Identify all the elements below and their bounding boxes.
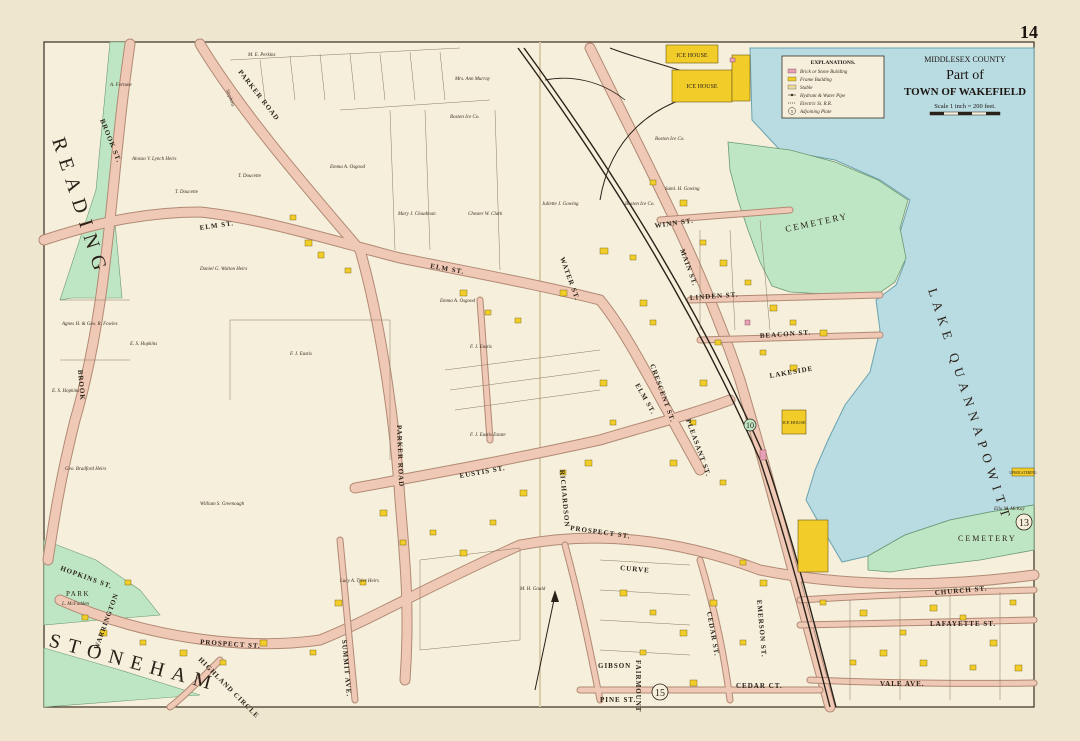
legend: EXPLANATIONS. Brick or Stone Building Fr… xyxy=(781,55,885,119)
owner-eustis-2: F. J. Eustis xyxy=(469,345,492,350)
owner-hopkins-1: E. S. Hopkins xyxy=(129,342,157,347)
page-number: 14 xyxy=(1020,22,1038,42)
tan-rect-icon xyxy=(787,84,797,90)
owner-boston-ice-3: Boston Ice Co. xyxy=(625,202,655,207)
owner-boston-ice-2: Boston Ice Co. xyxy=(655,137,685,142)
owner-boston-ice-1: Boston Ice Co. xyxy=(450,115,480,120)
legend-electric-label: Electric St. R.R. xyxy=(799,102,832,107)
ice-house-1-label: ICE HOUSE xyxy=(676,53,708,59)
street-gibson: GIBSON xyxy=(598,662,631,670)
owner-perkins: M. E. Perkins xyxy=(247,53,276,58)
street-vale: VALE AVE. xyxy=(880,680,925,688)
owner-gould: M. H. Gould xyxy=(519,587,546,592)
legend-brick-label: Brick or Stone Building xyxy=(800,70,848,75)
owner-osgood-1: Emma A. Osgood xyxy=(329,165,366,170)
scale-bar xyxy=(929,111,1001,116)
legend-stable-label: Stable xyxy=(800,86,813,91)
owner-a-fortune: A. Fortune xyxy=(109,83,132,88)
owner-fowles: Agnes H. & Geo. R. Fowles xyxy=(61,322,118,327)
railroad-shed xyxy=(797,519,829,573)
owner-gowing-2: Saml. H. Gowing xyxy=(665,187,700,192)
cemetery-south-label: CEMETERY xyxy=(958,534,1017,543)
owner-murray: Mrs. Ann Murray xyxy=(454,77,491,82)
plate-13-label: 13 xyxy=(1019,518,1029,529)
upholstering-label: UPHOLSTERING xyxy=(1009,471,1037,475)
owner-gowing-1: Juliette J. Gowing xyxy=(542,202,579,207)
street-cedar-2: CEDAR CT. xyxy=(736,682,783,690)
owner-lynch: Alonzo V. Lynch Heirs xyxy=(131,157,177,162)
owner-osgood-2: Emma A. Osgood xyxy=(439,299,476,304)
street-lafayette: LAFAYETTE ST. xyxy=(930,620,996,628)
owner-mcfadden: L. McFadden xyxy=(61,602,89,607)
street-fairmount: FAIRMOUNT xyxy=(634,660,642,712)
legend-adjoining-label: Adjoining Plate xyxy=(799,110,832,115)
ice-house-3-label: ICE HOUSE xyxy=(782,420,806,425)
atlas-map: ICE HOUSE ICE HOUSE ICE HOUSE UPHOLSTERI… xyxy=(38,22,1040,720)
county-label: MIDDLESEX COUNTY xyxy=(924,55,1006,64)
legend-frame-label: Frame Building xyxy=(799,78,832,83)
ice-house-2-label: ICE HOUSE xyxy=(686,84,718,90)
owner-greenough: William S. Greenough xyxy=(200,502,245,507)
owner-cloudman: Mary J. Cloudman xyxy=(397,212,436,217)
owner-doucette-1: T. Doucette xyxy=(175,190,199,195)
owner-clark: Chester W. Clark xyxy=(468,212,503,217)
owner-doucette-2: T. Doucette xyxy=(238,174,262,179)
scale-label: Scale 1 inch = 200 feet. xyxy=(934,103,996,110)
park-label: PARK xyxy=(66,590,90,598)
plate-15-label: 15 xyxy=(655,688,665,699)
legend-title: EXPLANATIONS. xyxy=(811,60,856,66)
plate-ref-13[interactable]: 13 xyxy=(1015,513,1033,531)
plate-ref-10[interactable]: 10 xyxy=(743,418,757,432)
part-of-label: Part of xyxy=(946,68,984,83)
town-title: TOWN OF WAKEFIELD xyxy=(904,86,1026,98)
owner-hopkins-2: E. S. Hopkins xyxy=(51,389,79,394)
owner-eustis-estate: F. J. Eustis Estate xyxy=(469,433,506,438)
street-pine: PINE ST. xyxy=(600,696,636,704)
plate-10-label: 10 xyxy=(746,421,754,430)
owner-tyler: Lucy A. Tyler Heirs xyxy=(339,579,379,584)
owner-eustis-1: F. J. Eustis xyxy=(289,352,312,357)
yellow-rect-icon xyxy=(787,76,797,82)
pink-rect-icon xyxy=(787,68,797,74)
plate-ref-15[interactable]: 15 xyxy=(651,683,669,701)
legend-hydrant-label: Hydrant & Water Pipe xyxy=(799,94,846,99)
owner-walton: Daniel G. Walton Heirs xyxy=(199,267,247,272)
owner-mckay: Ella M. McKay xyxy=(993,507,1025,512)
owner-bradford: Geo. Bradford Heirs xyxy=(65,467,106,472)
